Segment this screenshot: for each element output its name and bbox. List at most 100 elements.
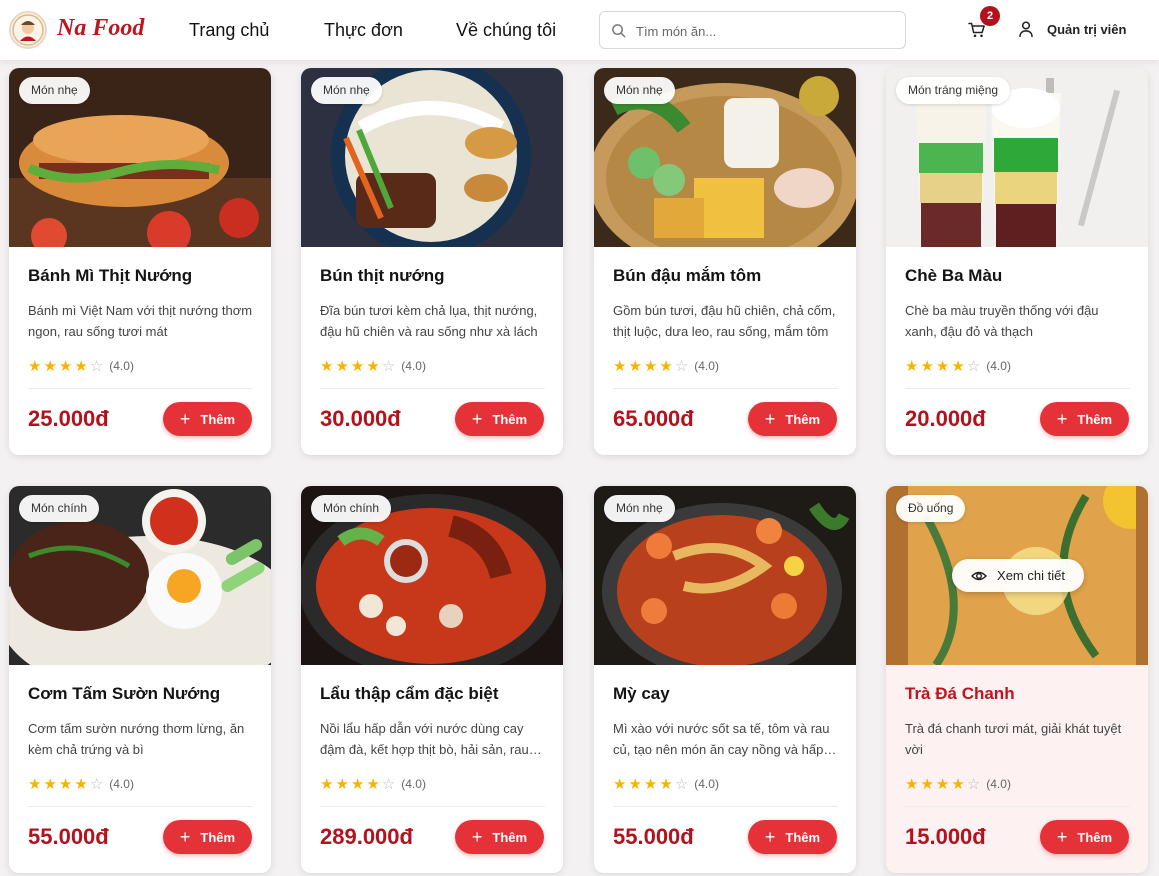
rating-value: (4.0) bbox=[109, 359, 134, 373]
add-to-cart-button[interactable]: + Thêm bbox=[1040, 820, 1129, 854]
product-card[interactable]: Món chính Lẩu thập cẩm đặc biệt Nồi lẩu … bbox=[301, 486, 563, 873]
nav-about[interactable]: Về chúng tôi bbox=[456, 20, 556, 41]
nav-menu[interactable]: Thực đơn bbox=[324, 20, 403, 41]
product-price: 55.000đ bbox=[28, 824, 109, 849]
rating-value: (4.0) bbox=[109, 777, 134, 791]
star-empty-icon: ☆ bbox=[89, 776, 104, 793]
product-rating: ★ ★ ★ ★ ☆ (4.0) bbox=[613, 357, 719, 375]
brand-logo[interactable] bbox=[9, 11, 47, 49]
divider bbox=[28, 806, 253, 807]
admin-account[interactable]: Quản trị viên bbox=[1019, 21, 1126, 37]
add-to-cart-button[interactable]: + Thêm bbox=[748, 820, 837, 854]
product-rating: ★ ★ ★ ★ ☆ (4.0) bbox=[613, 775, 719, 793]
product-rating: ★ ★ ★ ★ ☆ (4.0) bbox=[28, 357, 134, 375]
star-filled-icon: ★ bbox=[659, 776, 673, 793]
product-name[interactable]: Lẩu thập cẩm đặc biệt bbox=[320, 684, 499, 704]
product-description: Đĩa bún tươi kèm chả lụa, thịt nướng, đậ… bbox=[320, 303, 538, 339]
product-name[interactable]: Chè Ba Màu bbox=[905, 266, 1002, 286]
product-price: 65.000đ bbox=[613, 406, 694, 431]
star-filled-icon: ★ bbox=[74, 358, 88, 375]
star-empty-icon: ☆ bbox=[674, 776, 689, 793]
product-name[interactable]: Cơm Tấm Sườn Nướng bbox=[28, 684, 220, 704]
category-tag: Món chính bbox=[19, 495, 100, 522]
add-button-label: Thêm bbox=[1077, 411, 1113, 427]
product-rating: ★ ★ ★ ★ ☆ (4.0) bbox=[320, 775, 426, 793]
product-name[interactable]: Mỳ cay bbox=[613, 684, 670, 704]
rating-value: (4.0) bbox=[401, 777, 426, 791]
product-name[interactable]: Trà Đá Chanh bbox=[905, 684, 1015, 704]
brand-name[interactable]: Na Food bbox=[57, 15, 144, 42]
rating-value: (4.0) bbox=[986, 359, 1011, 373]
search-box[interactable] bbox=[599, 11, 906, 49]
product-card[interactable]: Món nhẹ Mỳ cay Mì xào với nước sốt sa tế… bbox=[594, 486, 856, 873]
star-filled-icon: ★ bbox=[366, 358, 380, 375]
add-to-cart-button[interactable]: + Thêm bbox=[455, 402, 544, 436]
nav-home[interactable]: Trang chủ bbox=[189, 20, 269, 41]
product-rating: ★ ★ ★ ★ ☆ (4.0) bbox=[320, 357, 426, 375]
product-card[interactable]: Món nhẹ Bánh Mì Thịt Nướng Bánh mì Việt … bbox=[9, 68, 271, 455]
plus-icon: + bbox=[764, 409, 776, 429]
star-filled-icon: ★ bbox=[74, 776, 88, 793]
star-empty-icon: ☆ bbox=[381, 776, 396, 793]
view-detail-button[interactable]: Xem chi tiết bbox=[952, 559, 1084, 592]
add-button-label: Thêm bbox=[492, 411, 528, 427]
category-tag: Món chính bbox=[311, 495, 392, 522]
product-price: 15.000đ bbox=[905, 824, 986, 849]
plus-icon: + bbox=[1056, 409, 1068, 429]
product-card[interactable]: Đồ uống Xem chi tiết Trà Đá Chanh Trà đá… bbox=[886, 486, 1148, 873]
add-to-cart-button[interactable]: + Thêm bbox=[163, 820, 252, 854]
star-filled-icon: ★ bbox=[43, 358, 57, 375]
star-filled-icon: ★ bbox=[920, 776, 934, 793]
product-description: Bánh mì Việt Nam với thịt nướng thơm ngo… bbox=[28, 303, 253, 339]
star-filled-icon: ★ bbox=[335, 776, 349, 793]
rating-value: (4.0) bbox=[694, 777, 719, 791]
star-filled-icon: ★ bbox=[350, 776, 365, 793]
add-to-cart-button[interactable]: + Thêm bbox=[455, 820, 544, 854]
star-empty-icon: ☆ bbox=[966, 358, 981, 375]
add-to-cart-button[interactable]: + Thêm bbox=[163, 402, 252, 436]
star-filled-icon: ★ bbox=[628, 358, 642, 375]
add-button-label: Thêm bbox=[200, 411, 236, 427]
add-to-cart-button[interactable]: + Thêm bbox=[748, 402, 837, 436]
product-name[interactable]: Bún đậu mắm tôm bbox=[613, 266, 761, 286]
star-filled-icon: ★ bbox=[659, 358, 673, 375]
category-tag: Đồ uống bbox=[896, 495, 966, 522]
star-filled-icon: ★ bbox=[366, 776, 380, 793]
star-filled-icon: ★ bbox=[935, 358, 950, 375]
product-price: 30.000đ bbox=[320, 406, 401, 431]
product-description: Cơm tấm sườn nướng thơm lừng, ăn kèm chả… bbox=[28, 721, 245, 757]
product-card[interactable]: Món nhẹ Bún đậu mắm tôm Gồm bún tươi, đậ… bbox=[594, 68, 856, 455]
star-filled-icon: ★ bbox=[951, 358, 965, 375]
divider bbox=[320, 388, 545, 389]
product-description: Trà đá chanh tươi mát, giải khát tuyệt v… bbox=[905, 721, 1122, 757]
rating-value: (4.0) bbox=[694, 359, 719, 373]
star-filled-icon: ★ bbox=[951, 776, 965, 793]
product-card[interactable]: Món chính Cơm Tấm Sườn Nướng Cơm tấm sườ… bbox=[9, 486, 271, 873]
star-filled-icon: ★ bbox=[613, 776, 627, 793]
divider bbox=[905, 806, 1130, 807]
star-filled-icon: ★ bbox=[613, 358, 627, 375]
product-card[interactable]: Món nhẹ Bún thịt nướng Đĩa bún tươi kèm … bbox=[301, 68, 563, 455]
add-button-label: Thêm bbox=[1077, 829, 1113, 845]
product-description: Mì xào với nước sốt sa tế, tôm và rau củ… bbox=[613, 721, 830, 757]
product-card[interactable]: Món tráng miệng Chè Ba Màu Chè ba màu tr… bbox=[886, 68, 1148, 455]
eye-icon bbox=[971, 571, 988, 580]
star-filled-icon: ★ bbox=[58, 776, 73, 793]
add-button-label: Thêm bbox=[492, 829, 528, 845]
search-input[interactable] bbox=[636, 21, 896, 41]
star-empty-icon: ☆ bbox=[381, 358, 396, 375]
star-filled-icon: ★ bbox=[28, 776, 42, 793]
plus-icon: + bbox=[471, 409, 483, 429]
category-tag: Món nhẹ bbox=[19, 77, 90, 104]
product-description: Chè ba màu truyền thống với đậu xanh, đậ… bbox=[905, 303, 1099, 339]
star-filled-icon: ★ bbox=[320, 776, 334, 793]
category-tag: Món nhẹ bbox=[604, 77, 675, 104]
product-name[interactable]: Bánh Mì Thịt Nướng bbox=[28, 266, 192, 286]
product-price: 289.000đ bbox=[320, 824, 413, 849]
cart-icon[interactable] bbox=[968, 22, 986, 38]
product-name[interactable]: Bún thịt nướng bbox=[320, 266, 444, 286]
add-to-cart-button[interactable]: + Thêm bbox=[1040, 402, 1129, 436]
product-price: 20.000đ bbox=[905, 406, 986, 431]
star-filled-icon: ★ bbox=[28, 358, 42, 375]
admin-label: Quản trị viên bbox=[1047, 21, 1127, 37]
